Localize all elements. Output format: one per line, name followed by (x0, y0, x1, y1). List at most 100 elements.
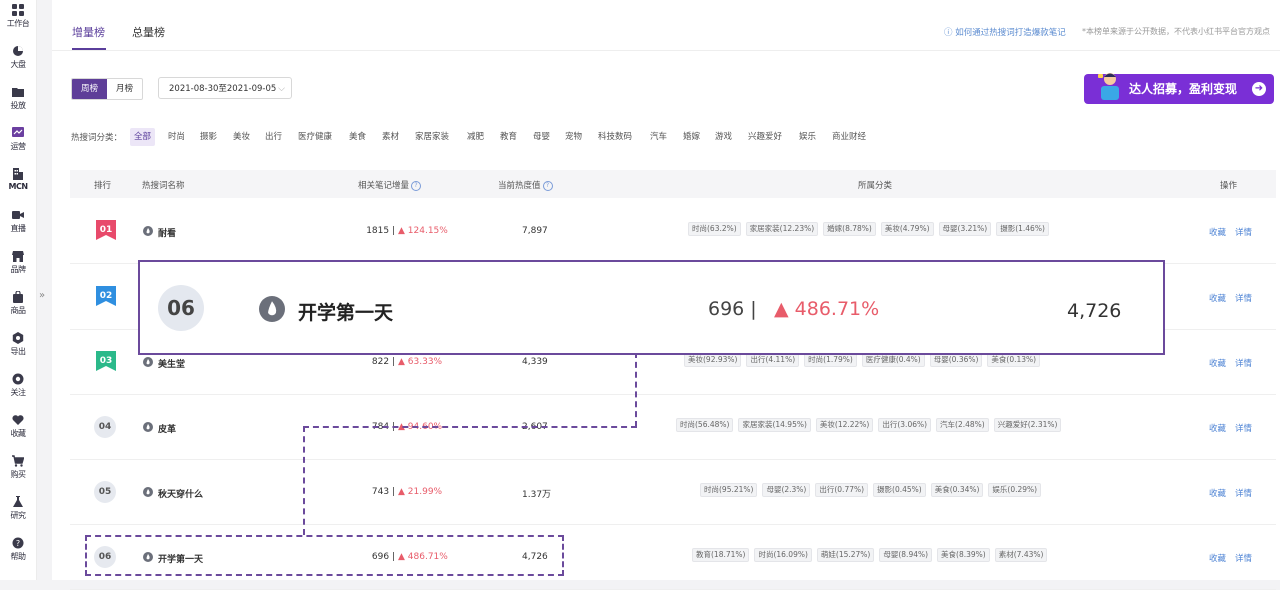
header-rank: 排行 (94, 181, 112, 191)
category-item[interactable]: 科技数码 (598, 128, 632, 146)
sidebar-item-research[interactable]: 研究 (0, 496, 36, 521)
notes-count: 743 | (371, 487, 395, 497)
date-range-select[interactable]: 2021-08-30至2021-09-05 ⌵ (158, 77, 292, 99)
sidebar-item-label: 关注 (10, 388, 27, 397)
info-icon[interactable]: ? (411, 180, 422, 191)
detail-link[interactable]: 详情 (1235, 552, 1252, 564)
category-item[interactable]: 母婴 (533, 128, 550, 146)
category-item[interactable]: 家居家装 (415, 128, 449, 146)
period-weekly-button[interactable]: 周榜 (72, 79, 108, 99)
flame-icon (143, 357, 153, 367)
sidebar-item-favorites[interactable]: 收藏 (0, 414, 36, 439)
rank-badge: 04 (94, 416, 116, 438)
svg-text:03: 03 (100, 356, 113, 366)
keyword-name[interactable]: 秋天穿什么 (158, 487, 203, 500)
sidebar-item-help[interactable]: ? 帮助 (0, 537, 36, 562)
header-keyword: 热搜词名称 (142, 181, 185, 191)
category-item[interactable]: 娱乐 (799, 128, 816, 146)
sidebar-item-overview[interactable]: 大盘 (0, 45, 36, 70)
category-item[interactable]: 摄影 (200, 128, 217, 146)
category-item[interactable]: 婚嫁 (683, 128, 700, 146)
detail-link[interactable]: 详情 (1235, 226, 1252, 238)
category-item[interactable]: 兴趣爱好 (748, 128, 782, 146)
help-link[interactable]: ⓘ 如何通过热搜词打造爆款笔记 (944, 26, 1066, 38)
keyword-name[interactable]: 皮革 (158, 422, 176, 435)
info-icon[interactable]: ? (542, 180, 553, 191)
category-tag: 摄影(1.46%) (996, 222, 1049, 236)
heart-icon (12, 414, 24, 426)
category-item[interactable]: 时尚 (168, 128, 185, 146)
sidebar-item-purchase[interactable]: 购买 (0, 455, 36, 480)
sidebar-item-workbench[interactable]: 工作台 (0, 4, 36, 29)
tab-incremental[interactable]: 增量榜 (72, 24, 105, 40)
detail-link[interactable]: 详情 (1235, 292, 1252, 304)
category-tag: 兴趣爱好(2.31%) (993, 418, 1062, 432)
category-item[interactable]: 出行 (265, 128, 282, 146)
category-all[interactable]: 全部 (130, 128, 156, 146)
divider (52, 50, 1280, 51)
category-tag: 出行(3.06%) (878, 418, 932, 432)
arrow-right-icon: ➜ (1252, 82, 1266, 96)
keyword-name[interactable]: 耐看 (158, 226, 176, 239)
table-row: 01 耐看 1815 | ▲ 124.15% 7,897 时尚(63.2%) 家居… (70, 198, 1276, 264)
category-item[interactable]: 教育 (500, 128, 517, 146)
category-item[interactable]: 宠物 (565, 128, 582, 146)
sidebar-item-brand[interactable]: 品牌 (0, 250, 36, 275)
category-item[interactable]: 汽车 (650, 128, 667, 146)
category-item[interactable]: 医疗健康 (298, 128, 332, 146)
category-tag: 母婴(0.36%) (929, 353, 983, 367)
recruit-banner[interactable]: 达人招募，盈利变现 ➜ (1084, 73, 1274, 104)
collect-link[interactable]: 收藏 (1209, 357, 1226, 369)
sidebar-item-live[interactable]: 直播 (0, 209, 36, 234)
sidebar-item-label: 帮助 (10, 552, 27, 561)
flame-icon (143, 422, 153, 432)
category-tag: 美妆(4.79%) (880, 222, 934, 236)
date-range-value: 2021-08-30至2021-09-05 (169, 84, 277, 94)
sidebar-item-goods[interactable]: 商品 (0, 290, 36, 316)
sidebar-item-operations[interactable]: 运营 (0, 127, 36, 152)
sidebar-item-export[interactable]: 导出 (0, 332, 36, 357)
rank-badge: 02 (96, 286, 116, 306)
detail-link[interactable]: 详情 (1235, 357, 1252, 369)
banner-text: 达人招募，盈利变现 (1129, 82, 1238, 96)
category-item[interactable]: 游戏 (715, 128, 732, 146)
collect-link[interactable]: 收藏 (1209, 422, 1226, 434)
category-tag: 时尚(16.09%) (754, 548, 812, 562)
detail-link[interactable]: 详情 (1235, 487, 1252, 499)
heat-value: 7,897 (522, 226, 548, 236)
sidebar-item-label: 收藏 (10, 429, 27, 438)
category-tags: 时尚(56.48%) 家居家装(14.95%) 美妆(12.22%) 出行(3.06%… (676, 418, 1196, 432)
category-tag: 家居家装(12.23%) (745, 222, 819, 236)
sidebar-item-mcn[interactable]: MCN (0, 168, 36, 191)
notes-count: 1815 | (366, 226, 395, 236)
connector-line (303, 426, 305, 535)
sidebar-item-ads[interactable]: 投放 (0, 86, 36, 111)
category-tag: 美食(0.13%) (987, 353, 1041, 367)
collect-link[interactable]: 收藏 (1209, 226, 1226, 238)
category-item[interactable]: 美食 (349, 128, 366, 146)
collect-link[interactable]: 收藏 (1209, 292, 1226, 304)
collect-link[interactable]: 收藏 (1209, 552, 1226, 564)
sidebar-item-follow[interactable]: 关注 (0, 373, 36, 398)
category-item[interactable]: 素材 (382, 128, 399, 146)
rank-badge: 01 (96, 220, 116, 240)
header-category: 所属分类 (858, 181, 893, 191)
flame-icon (143, 226, 153, 236)
grid-icon (12, 4, 24, 16)
notes-count: 822 | (371, 357, 395, 367)
category-item[interactable]: 美妆 (233, 128, 250, 146)
collect-link[interactable]: 收藏 (1209, 487, 1226, 499)
detail-link[interactable]: 详情 (1235, 422, 1252, 434)
category-item[interactable]: 商业财经 (832, 128, 866, 146)
help-icon: ? (12, 537, 24, 549)
period-monthly-button[interactable]: 月榜 (107, 79, 142, 99)
category-tag: 素材(7.43%) (994, 548, 1048, 562)
table-row: 05 秋天穿什么 743 | ▲ 21.99% 1.37万 时尚(95.21%)… (70, 459, 1276, 525)
eye-icon (12, 373, 24, 385)
tab-total[interactable]: 总量榜 (132, 24, 165, 40)
keyword-name[interactable]: 美生堂 (158, 357, 185, 370)
category-item[interactable]: 减肥 (467, 128, 484, 146)
sidebar-item-label: MCN (8, 182, 28, 191)
category-tags: 美妆(92.93%) 出行(4.11%) 时尚(1.79%) 医疗健康(0.4%) 母婴… (684, 353, 1204, 367)
sidebar-collapse-toggle[interactable]: » (39, 290, 45, 301)
